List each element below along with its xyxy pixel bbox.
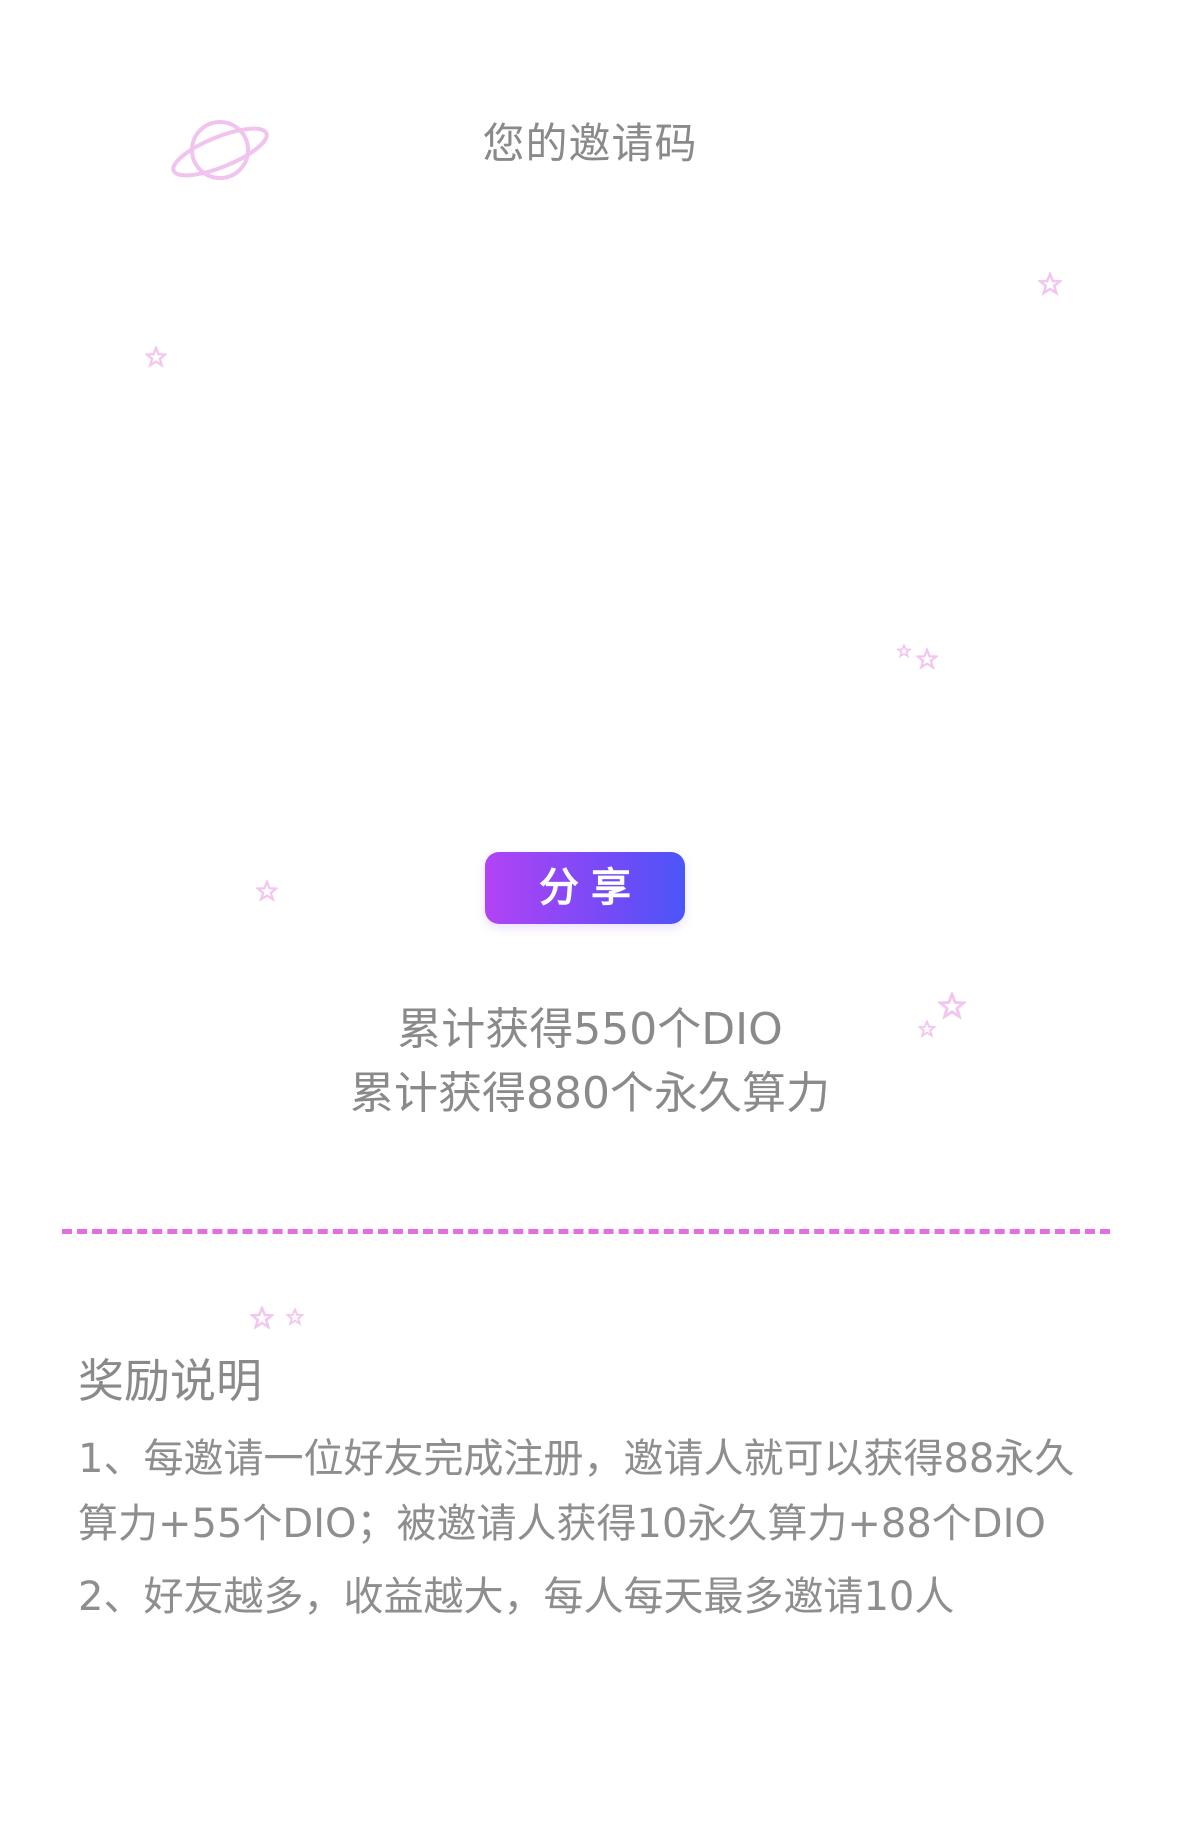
reward-title: 奖励说明 (78, 1354, 262, 1408)
earnings-summary: 累计获得550个DIO 累计获得880个永久算力 (0, 998, 1180, 1126)
dio-total-text: 累计获得550个DIO (397, 1004, 783, 1055)
star-icon (916, 648, 938, 670)
reward-rules: 1、每邀请一位好友完成注册，邀请人就可以获得88永久算力+55个DIO；被邀请人… (78, 1427, 1088, 1638)
share-button-label: 分享 (539, 865, 643, 911)
star-icon (250, 1306, 274, 1330)
star-icon (286, 1308, 304, 1326)
share-button[interactable]: 分享 (485, 852, 685, 924)
dashed-divider (62, 1229, 1110, 1234)
star-icon (256, 880, 278, 902)
invite-code-title: 您的邀请码 (482, 119, 698, 168)
star-icon (897, 644, 911, 658)
power-total-text: 累计获得880个永久算力 (350, 1068, 830, 1119)
reward-rule: 1、每邀请一位好友完成注册，邀请人就可以获得88永久算力+55个DIO；被邀请人… (78, 1436, 1075, 1547)
star-icon (145, 346, 167, 368)
reward-rule: 2、好友越多，收益越大，每人每天最多邀请10人 (78, 1574, 955, 1620)
invite-code-area (330, 230, 850, 750)
star-icon (1038, 272, 1062, 296)
